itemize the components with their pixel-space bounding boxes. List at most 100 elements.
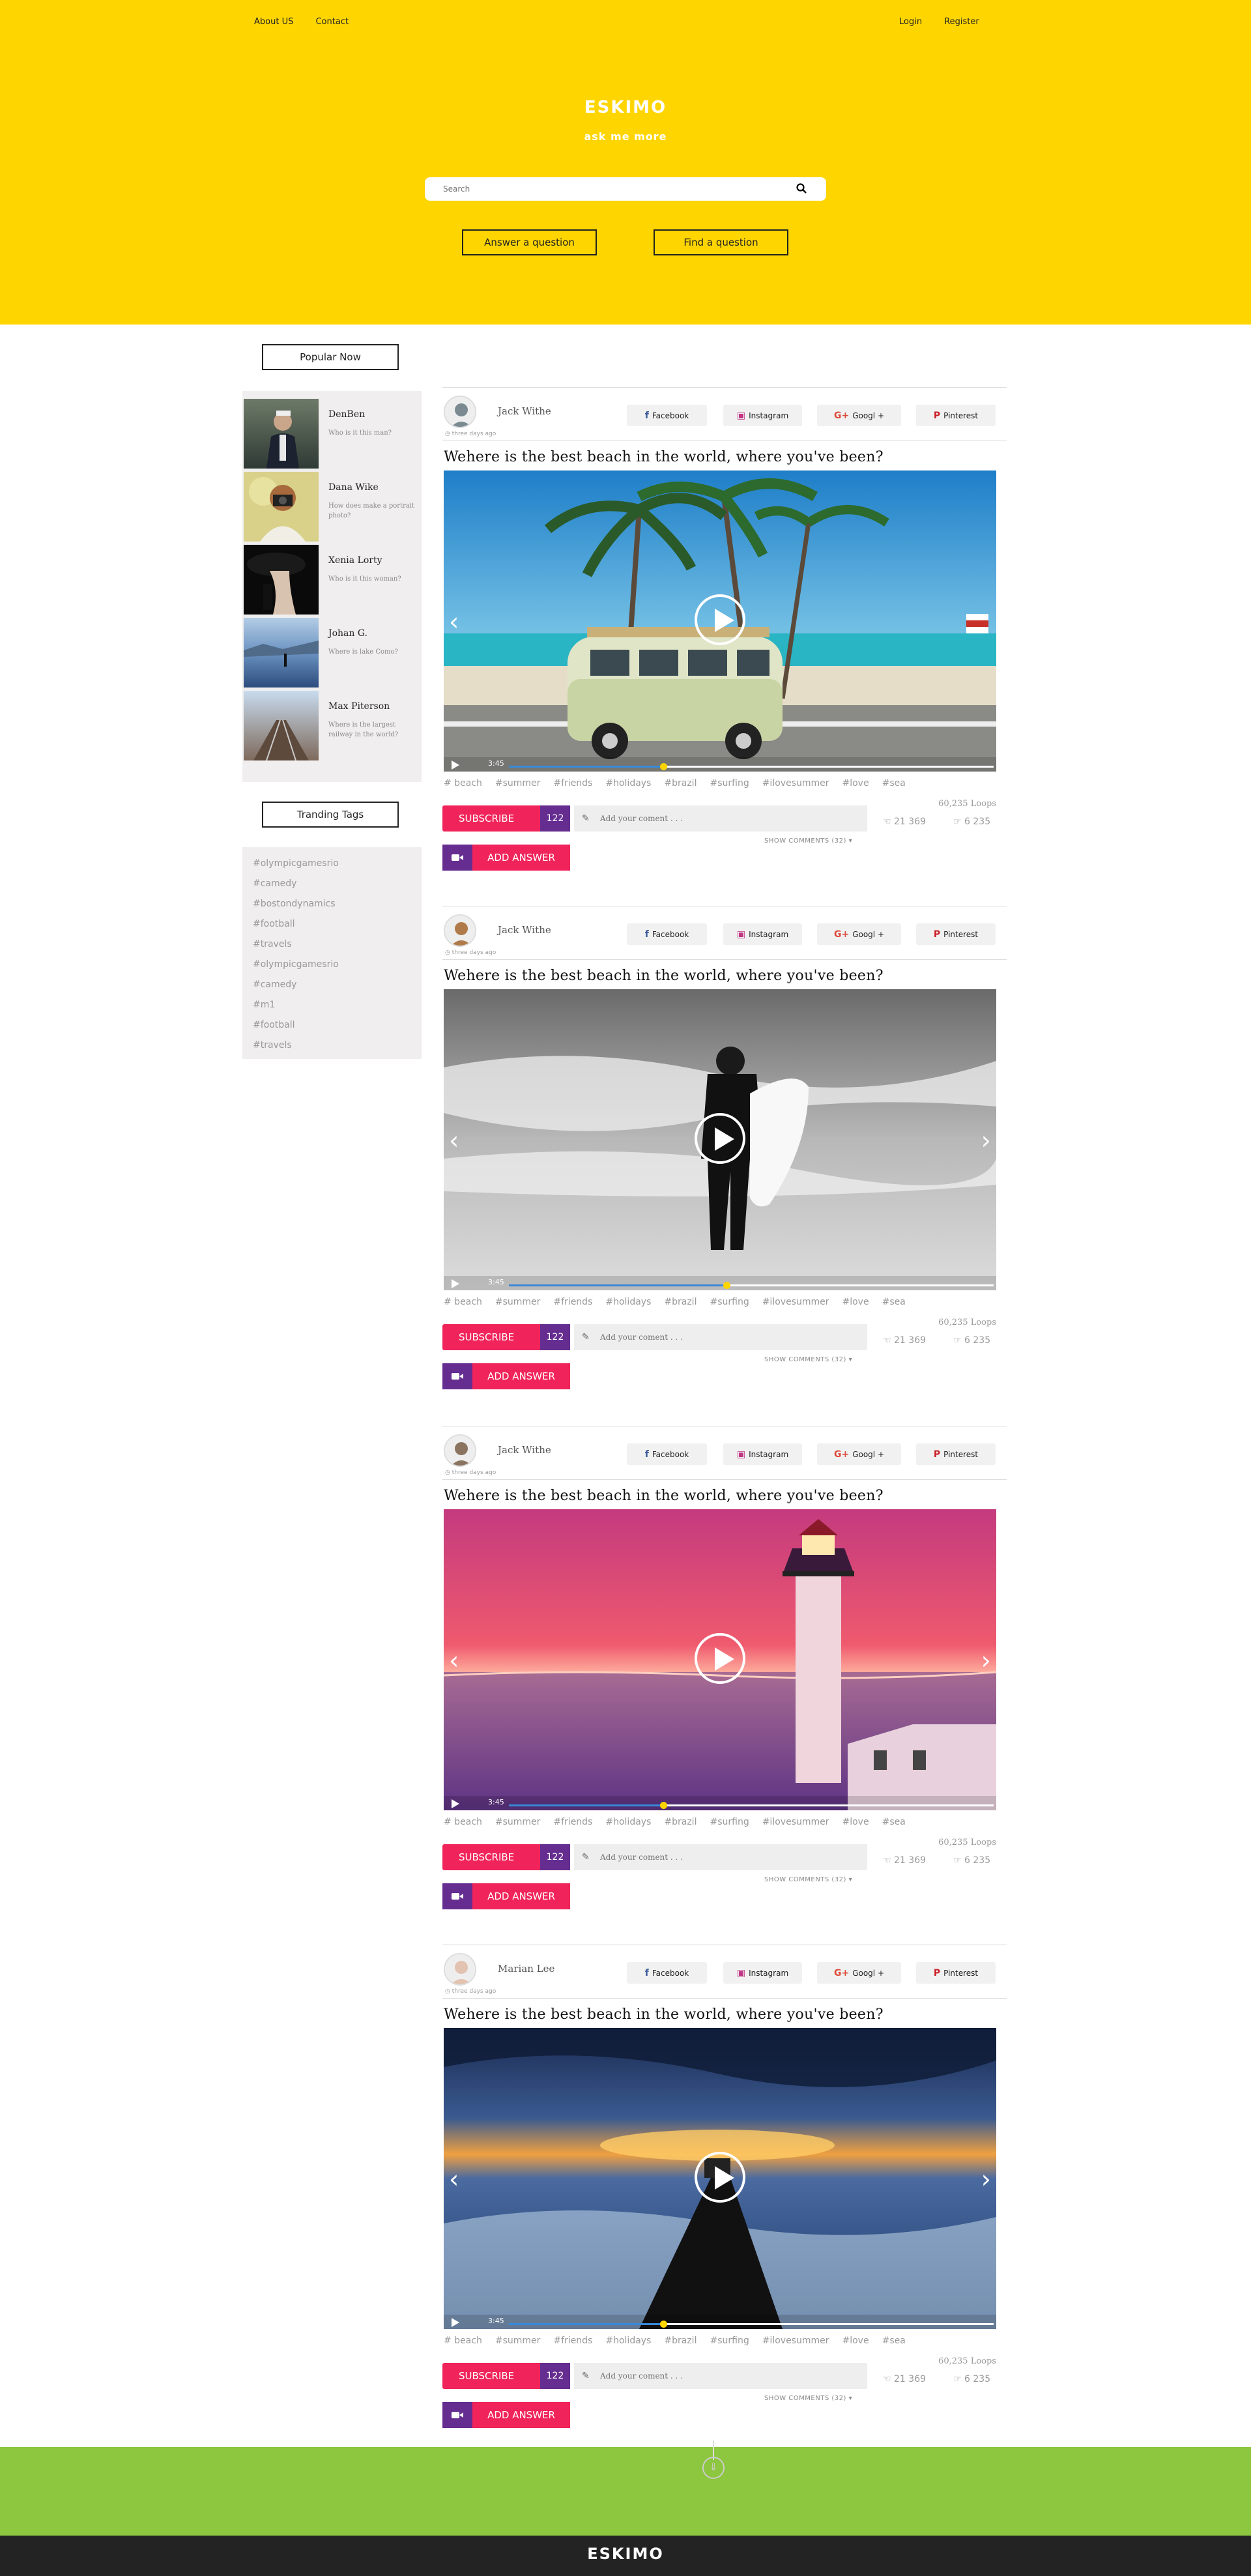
subscribe-button[interactable]: SUBSCRIBE 122 — [442, 2363, 570, 2389]
small-play-icon[interactable] — [452, 2318, 459, 2327]
prev-arrow-icon[interactable]: ‹ — [449, 607, 459, 636]
hashtag[interactable]: #holidays — [605, 2336, 651, 2346]
hashtag[interactable]: #summer — [495, 1817, 541, 1827]
search-input[interactable] — [443, 177, 795, 201]
hashtag[interactable]: #brazil — [664, 1817, 697, 1827]
progress-bar[interactable] — [509, 2321, 994, 2328]
login-link[interactable]: Login — [899, 17, 922, 27]
tag-link[interactable]: #travels — [253, 1035, 422, 1056]
hashtag[interactable]: #love — [842, 1817, 869, 1827]
hashtag[interactable]: #holidays — [605, 1297, 651, 1307]
video-player[interactable]: ‹ › 3:45 — [444, 989, 996, 1290]
hashtag[interactable]: #sea — [882, 1817, 906, 1827]
share-facebook-button[interactable]: f Facebook — [627, 923, 707, 945]
hashtag[interactable]: #friends — [553, 1817, 592, 1827]
popular-item[interactable]: Johan G. Where is lake Como? — [242, 618, 422, 691]
hashtag[interactable]: #summer — [495, 2336, 541, 2346]
video-player[interactable]: ‹ › 3:45 — [444, 470, 996, 772]
comment-input[interactable] — [600, 805, 861, 832]
play-icon[interactable] — [695, 2152, 745, 2203]
progress-bar[interactable] — [509, 763, 994, 770]
tag-link[interactable]: #olympicgamesrio — [253, 955, 422, 975]
share-pinterest-button[interactable]: P Pinterest — [916, 405, 996, 426]
share-facebook-button[interactable]: f Facebook — [627, 1443, 707, 1465]
next-arrow-icon[interactable]: › — [981, 1126, 991, 1155]
show-comments-link[interactable]: SHOW COMMENTS (32) ▾ — [764, 1356, 852, 1363]
popular-item[interactable]: Max Piterson Where is the largest railwa… — [242, 691, 422, 764]
next-arrow-icon[interactable]: › — [981, 2165, 991, 2193]
prev-arrow-icon[interactable]: ‹ — [449, 2165, 459, 2193]
show-comments-link[interactable]: SHOW COMMENTS (32) ▾ — [764, 1876, 852, 1883]
small-play-icon[interactable] — [452, 1799, 459, 1808]
subscribe-button[interactable]: SUBSCRIBE 122 — [442, 805, 570, 832]
author-name[interactable]: Marian Lee — [498, 1963, 554, 1975]
prev-arrow-icon[interactable]: ‹ — [449, 1646, 459, 1675]
hashtag[interactable]: #friends — [553, 2336, 592, 2346]
hashtag[interactable]: #surfing — [710, 778, 749, 789]
search-icon[interactable] — [796, 183, 807, 194]
hashtag[interactable]: #sea — [882, 778, 906, 789]
popular-item[interactable]: Dana Wike How does make a portrait photo… — [242, 472, 422, 545]
subscribe-button[interactable]: SUBSCRIBE 122 — [442, 1844, 570, 1870]
popular-item[interactable]: Xenia Lorty Who is it this woman? — [242, 545, 422, 618]
dislike-button[interactable]: ☞ 6 235 — [953, 1335, 990, 1346]
dislike-button[interactable]: ☞ 6 235 — [953, 817, 990, 827]
tag-link[interactable]: #m1 — [253, 995, 422, 1015]
add-answer-button[interactable]: ADD ANSWER — [442, 2402, 570, 2428]
nav-about-link[interactable]: About US — [254, 17, 293, 27]
dislike-button[interactable]: ☞ 6 235 — [953, 1855, 990, 1866]
small-play-icon[interactable] — [452, 760, 459, 770]
scroll-down-icon[interactable]: ⇓ — [702, 2457, 725, 2479]
hashtag[interactable]: #surfing — [710, 2336, 749, 2346]
hashtag[interactable]: #ilovesummer — [762, 2336, 829, 2346]
comment-input[interactable] — [600, 1844, 861, 1870]
question-title[interactable]: Wehere is the best beach in the world, w… — [444, 449, 884, 465]
hashtag[interactable]: # beach — [444, 778, 482, 789]
hashtag[interactable]: #love — [842, 1297, 869, 1307]
hashtag[interactable]: #brazil — [664, 2336, 697, 2346]
video-player[interactable]: ‹ › 3:45 — [444, 1509, 996, 1810]
register-link[interactable]: Register — [944, 17, 979, 27]
share-instagram-button[interactable]: ▣ Instagram — [723, 1962, 802, 1984]
share-pinterest-button[interactable]: P Pinterest — [916, 1443, 996, 1465]
find-question-button[interactable]: Find a question — [654, 229, 788, 255]
logo[interactable]: ESKIMO — [0, 98, 1251, 117]
tag-link[interactable]: #camedy — [253, 975, 422, 995]
share-facebook-button[interactable]: f Facebook — [627, 405, 707, 426]
tag-link[interactable]: #travels — [253, 934, 422, 955]
tag-link[interactable]: #olympicgamesrio — [253, 854, 422, 874]
like-button[interactable]: ☜ 21 369 — [883, 817, 926, 827]
hashtag[interactable]: #sea — [882, 2336, 906, 2346]
hashtag[interactable]: #ilovesummer — [762, 1817, 829, 1827]
avatar[interactable] — [444, 1434, 476, 1467]
share-google-button[interactable]: G+ Googl + — [817, 923, 901, 945]
progress-knob[interactable] — [660, 763, 668, 770]
trending-tags-button[interactable]: Tranding Tags — [262, 802, 399, 828]
like-button[interactable]: ☜ 21 369 — [883, 1335, 926, 1346]
question-title[interactable]: Wehere is the best beach in the world, w… — [444, 2006, 884, 2023]
play-icon[interactable] — [695, 594, 745, 645]
author-name[interactable]: Jack Withe — [498, 1444, 551, 1456]
author-name[interactable]: Jack Withe — [498, 405, 551, 417]
hashtag[interactable]: #brazil — [664, 778, 697, 789]
share-pinterest-button[interactable]: P Pinterest — [916, 923, 996, 945]
tag-link[interactable]: #bostondynamics — [253, 894, 422, 914]
hashtag[interactable]: #holidays — [605, 1817, 651, 1827]
hashtag[interactable]: #friends — [553, 778, 592, 789]
hashtag[interactable]: #ilovesummer — [762, 778, 829, 789]
like-button[interactable]: ☜ 21 369 — [883, 1855, 926, 1866]
hashtag[interactable]: # beach — [444, 2336, 482, 2346]
video-player[interactable]: ‹ › 3:45 — [444, 2028, 996, 2329]
progress-knob[interactable] — [660, 2321, 668, 2328]
hashtag[interactable]: #surfing — [710, 1297, 749, 1307]
comment-input[interactable] — [600, 1324, 861, 1350]
tag-link[interactable]: #camedy — [253, 874, 422, 894]
comment-input[interactable] — [600, 2363, 861, 2389]
hashtag[interactable]: # beach — [444, 1817, 482, 1827]
progress-bar[interactable] — [509, 1802, 994, 1809]
share-instagram-button[interactable]: ▣ Instagram — [723, 1443, 802, 1465]
hashtag[interactable]: #brazil — [664, 1297, 697, 1307]
play-icon[interactable] — [695, 1113, 745, 1164]
footer-logo[interactable]: ESKIMO — [0, 2545, 1251, 2563]
hashtag[interactable]: #love — [842, 2336, 869, 2346]
